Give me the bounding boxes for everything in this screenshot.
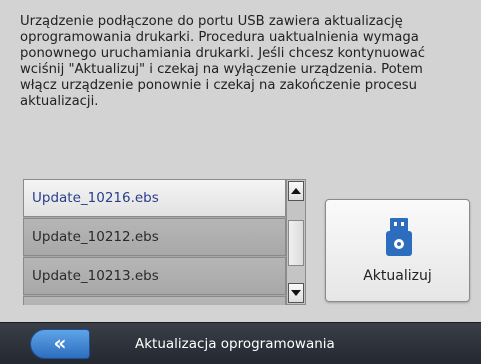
file-list: Update_10216.ebs Update_10212.ebs Update… (23, 179, 286, 305)
info-message: Urządzenie podłączone do portu USB zawie… (20, 14, 426, 109)
update-button-label: Aktualizuj (363, 268, 432, 284)
back-button[interactable]: « (30, 329, 90, 359)
arrow-up-icon (291, 188, 301, 194)
file-list-scrollbar[interactable] (286, 179, 306, 305)
bottom-bar: « Aktualizacja oprogramowania (0, 322, 481, 364)
update-button[interactable]: Aktualizuj (325, 199, 470, 302)
scroll-down-button[interactable] (288, 283, 304, 303)
file-list-item[interactable]: Update_10212.ebs (23, 218, 286, 256)
file-list-item[interactable]: Update_10213.ebs (23, 257, 286, 295)
scroll-up-button[interactable] (288, 181, 304, 201)
arrow-down-icon (291, 290, 301, 296)
screen-title: Aktualizacja oprogramowania (135, 336, 335, 352)
scroll-thumb[interactable] (288, 220, 304, 266)
usb-drive-icon (386, 218, 412, 256)
file-list-item[interactable] (23, 296, 286, 305)
update-screen: Urządzenie podłączone do portu USB zawie… (0, 0, 481, 322)
file-list-item[interactable]: Update_10216.ebs (23, 179, 286, 217)
